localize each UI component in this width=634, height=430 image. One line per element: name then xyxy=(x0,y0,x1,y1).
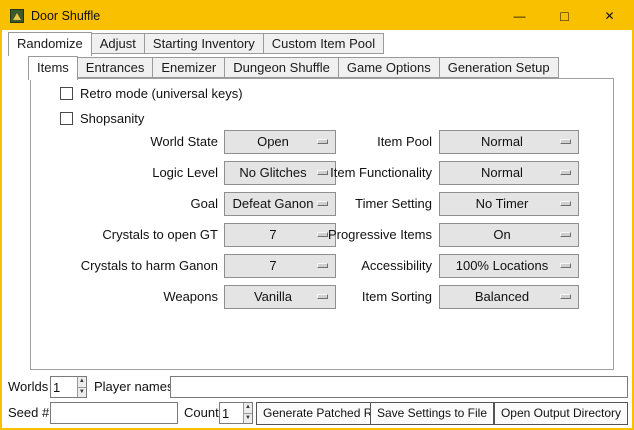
goal-label: Goal xyxy=(38,192,218,216)
timer-setting-value: No Timer xyxy=(440,193,578,215)
timer-setting-dropdown[interactable]: No Timer xyxy=(439,192,579,216)
accessibility-value: 100% Locations xyxy=(440,255,578,277)
open-output-directory-button[interactable]: Open Output Directory xyxy=(494,402,628,425)
progressive-items-label: Progressive Items xyxy=(320,223,432,247)
worlds-spinner-arrows: ▲ ▼ xyxy=(77,377,86,397)
worlds-label: Worlds xyxy=(8,376,48,398)
dropdown-indicator-icon xyxy=(560,294,571,299)
item-sorting-label: Item Sorting xyxy=(320,285,432,309)
accessibility-label: Accessibility xyxy=(320,254,432,278)
retro-mode-checkbox-row[interactable]: Retro mode (universal keys) xyxy=(60,86,243,101)
item-pool-dropdown[interactable]: Normal xyxy=(439,130,579,154)
dropdown-indicator-icon xyxy=(560,170,571,175)
weapons-label: Weapons xyxy=(38,285,218,309)
shopsanity-checkbox[interactable] xyxy=(60,112,73,125)
retro-mode-label: Retro mode (universal keys) xyxy=(80,86,243,101)
crystals-gt-label: Crystals to open GT xyxy=(38,223,218,247)
count-spinner-arrows: ▲ ▼ xyxy=(243,403,252,423)
inner-tab-bar: Items Entrances Enemizer Dungeon Shuffle… xyxy=(28,55,559,78)
item-functionality-value: Normal xyxy=(440,162,578,184)
door-shuffle-window: Door Shuffle — □ ✕ Randomize Adjust Star… xyxy=(0,0,634,430)
window-title: Door Shuffle xyxy=(31,9,100,23)
tab-custom-item-pool[interactable]: Custom Item Pool xyxy=(263,33,384,54)
spin-up-icon[interactable]: ▲ xyxy=(244,403,252,414)
accessibility-dropdown[interactable]: 100% Locations xyxy=(439,254,579,278)
player-names-input[interactable] xyxy=(170,376,628,398)
maximize-button[interactable]: □ xyxy=(542,2,587,30)
shopsanity-checkbox-row[interactable]: Shopsanity xyxy=(60,111,144,126)
progressive-items-value: On xyxy=(440,224,578,246)
progressive-items-dropdown[interactable]: On xyxy=(439,223,579,247)
tab-starting-inventory[interactable]: Starting Inventory xyxy=(144,33,264,54)
dropdown-indicator-icon xyxy=(560,201,571,206)
dropdown-indicator-icon xyxy=(560,232,571,237)
dropdown-indicator-icon xyxy=(560,139,571,144)
minimize-button[interactable]: — xyxy=(497,2,542,30)
save-settings-button[interactable]: Save Settings to File xyxy=(370,402,494,425)
titlebar: Door Shuffle — □ ✕ xyxy=(2,2,632,30)
tab-items[interactable]: Items xyxy=(28,56,78,80)
logic-level-label: Logic Level xyxy=(38,161,218,185)
tab-generation-setup[interactable]: Generation Setup xyxy=(439,57,559,78)
tab-adjust[interactable]: Adjust xyxy=(91,33,145,54)
outer-tab-bar: Randomize Adjust Starting Inventory Cust… xyxy=(8,31,384,54)
item-sorting-value: Balanced xyxy=(440,286,578,308)
crystals-ganon-label: Crystals to harm Ganon xyxy=(38,254,218,278)
spin-down-icon[interactable]: ▼ xyxy=(244,414,252,424)
window-controls: — □ ✕ xyxy=(497,2,632,30)
spin-up-icon[interactable]: ▲ xyxy=(78,377,86,388)
spin-down-icon[interactable]: ▼ xyxy=(78,388,86,398)
worlds-spinner[interactable]: ▲ ▼ xyxy=(50,376,87,398)
tab-dungeon-shuffle[interactable]: Dungeon Shuffle xyxy=(224,57,339,78)
item-sorting-dropdown[interactable]: Balanced xyxy=(439,285,579,309)
close-button[interactable]: ✕ xyxy=(587,2,632,30)
tab-enemizer[interactable]: Enemizer xyxy=(152,57,225,78)
worlds-input[interactable] xyxy=(51,377,77,397)
shopsanity-label: Shopsanity xyxy=(80,111,144,126)
item-pool-label: Item Pool xyxy=(320,130,432,154)
seed-label: Seed # xyxy=(8,402,49,424)
item-functionality-label: Item Functionality xyxy=(320,161,432,185)
count-label: Count xyxy=(184,402,219,424)
count-input[interactable] xyxy=(220,403,243,423)
retro-mode-checkbox[interactable] xyxy=(60,87,73,100)
tab-game-options[interactable]: Game Options xyxy=(338,57,440,78)
player-names-label: Player names xyxy=(94,376,173,398)
timer-setting-label: Timer Setting xyxy=(320,192,432,216)
tab-randomize[interactable]: Randomize xyxy=(8,32,92,56)
item-functionality-dropdown[interactable]: Normal xyxy=(439,161,579,185)
count-spinner[interactable]: ▲ ▼ xyxy=(219,402,253,424)
item-pool-value: Normal xyxy=(440,131,578,153)
dropdown-indicator-icon xyxy=(560,263,571,268)
app-icon xyxy=(10,9,24,23)
world-state-label: World State xyxy=(38,130,218,154)
tab-entrances[interactable]: Entrances xyxy=(77,57,154,78)
seed-input[interactable] xyxy=(50,402,178,424)
